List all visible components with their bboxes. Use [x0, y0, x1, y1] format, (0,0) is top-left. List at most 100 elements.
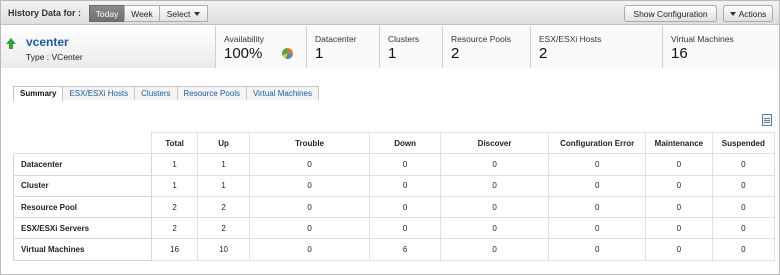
table-cell: 2	[197, 217, 250, 240]
stat-label: Virtual Machines	[671, 34, 734, 44]
table-cell: 0	[645, 238, 713, 261]
stat-clusters[interactable]: Clusters 1	[380, 26, 443, 68]
table-cell: 0	[248, 174, 371, 197]
table-cell: 0	[711, 238, 776, 261]
table-cell: 0	[548, 238, 647, 261]
table-cell: 0	[248, 195, 371, 219]
table-cell: 0	[439, 153, 550, 176]
column-header: Down	[369, 131, 441, 155]
entity-header: vcenter Type : VCenter	[1, 26, 216, 68]
stat-availability: Availability 100%	[216, 26, 307, 68]
table-header-row: Total Up Trouble Down Discover Configura…	[13, 131, 776, 155]
entity-name[interactable]: vcenter	[26, 35, 69, 49]
column-header: Suspended	[711, 131, 776, 155]
table-cell: 2	[197, 195, 250, 219]
summary-strip: vcenter Type : VCenter Availability 100%…	[1, 26, 779, 68]
column-header: Maintenance	[645, 131, 713, 155]
column-header: Up	[197, 131, 250, 155]
table-cell: 0	[548, 195, 647, 219]
actions-label: Actions	[738, 8, 767, 19]
history-data-title: History Data for :	[8, 8, 82, 18]
availability-pie-icon[interactable]	[282, 48, 293, 59]
table-cell: 10	[197, 238, 250, 261]
table-cell: 0	[548, 174, 647, 197]
column-header: Total	[150, 131, 199, 155]
table-cell: 0	[369, 217, 441, 240]
entity-type: Type : VCenter	[26, 52, 83, 62]
week-button[interactable]: Week	[124, 5, 160, 22]
row-label: Resource Pool	[13, 195, 152, 219]
tab-resource-pools[interactable]: Resource Pools	[176, 86, 247, 100]
stat-label: Datacenter	[315, 34, 357, 44]
table-cell: 2	[150, 195, 199, 219]
today-button[interactable]: Today	[89, 5, 125, 22]
row-label: Datacenter	[13, 153, 152, 176]
table-cell: 0	[548, 217, 647, 240]
stat-value: 2	[539, 45, 548, 62]
tab-bar: Summary ESX/ESXi Hosts Clusters Resource…	[13, 86, 319, 101]
stat-virtual-machines[interactable]: Virtual Machines 16	[663, 26, 779, 68]
stat-value: 100%	[224, 45, 263, 62]
table-cell: 1	[197, 153, 250, 176]
stat-label: Availability	[224, 34, 265, 44]
table-cell: 0	[439, 195, 550, 219]
table-row: Resource Pool 2 2 0 0 0 0 0 0	[13, 195, 776, 219]
row-label: Cluster	[13, 174, 152, 197]
history-data-panel: History Data for : Today Week Select Sho…	[0, 0, 780, 275]
table-cell: 0	[369, 195, 441, 219]
column-header: Configuration Error	[548, 131, 647, 155]
summary-table: Total Up Trouble Down Discover Configura…	[13, 131, 776, 261]
table-cell: 6	[369, 238, 441, 261]
table-cell: 0	[548, 153, 647, 176]
stat-label: Clusters	[388, 34, 420, 44]
export-document-icon[interactable]	[762, 114, 772, 126]
row-label: ESX/ESXi Servers	[13, 217, 152, 240]
stat-label: ESX/ESXi Hosts	[539, 34, 602, 44]
row-label: Virtual Machines	[13, 238, 152, 261]
table-cell: 0	[369, 174, 441, 197]
stat-label: Resource Pools	[451, 34, 512, 44]
tab-clusters[interactable]: Clusters	[134, 86, 178, 100]
tab-summary[interactable]: Summary	[13, 86, 64, 101]
table-cell: 1	[150, 174, 199, 197]
table-cell: 0	[711, 153, 776, 176]
table-cell: 0	[248, 153, 371, 176]
stat-resource-pools[interactable]: Resource Pools 2	[443, 26, 531, 68]
stat-datacenter[interactable]: Datacenter 1	[307, 26, 380, 68]
show-configuration-button[interactable]: Show Configuration	[624, 5, 717, 22]
table-corner	[13, 132, 152, 155]
stat-value: 1	[388, 45, 397, 62]
tab-esx-hosts[interactable]: ESX/ESXi Hosts	[62, 86, 136, 100]
table-cell: 0	[645, 153, 713, 176]
table-cell: 0	[369, 153, 441, 176]
table-cell: 0	[439, 217, 550, 240]
toolbar: History Data for : Today Week Select Sho…	[1, 1, 779, 25]
column-header: Discover	[439, 131, 550, 155]
table-cell: 0	[248, 217, 371, 240]
stat-value: 16	[671, 45, 688, 62]
table-row: Cluster 1 1 0 0 0 0 0 0	[13, 174, 776, 197]
select-dropdown[interactable]: Select	[159, 5, 208, 22]
stat-esx-hosts[interactable]: ESX/ESXi Hosts 2	[531, 26, 663, 68]
column-header: Trouble	[248, 131, 371, 155]
tab-virtual-machines[interactable]: Virtual Machines	[245, 86, 319, 100]
table-cell: 0	[645, 217, 713, 240]
table-cell: 16	[150, 238, 199, 261]
table-cell: 0	[645, 174, 713, 197]
table-cell: 0	[711, 174, 776, 197]
table-cell: 0	[711, 217, 776, 240]
chevron-down-icon	[194, 11, 201, 16]
stat-value: 2	[451, 45, 460, 62]
table-row: Datacenter 1 1 0 0 0 0 0 0	[13, 153, 776, 176]
table-cell: 1	[197, 174, 250, 197]
table-cell: 2	[150, 217, 199, 240]
table-cell: 0	[645, 195, 713, 219]
actions-button[interactable]: Actions	[723, 5, 773, 22]
table-row: ESX/ESXi Servers 2 2 0 0 0 0 0 0	[13, 217, 776, 240]
table-row: Virtual Machines 16 10 0 6 0 0 0 0	[13, 238, 776, 261]
table-cell: 0	[439, 174, 550, 197]
select-label: Select	[166, 8, 191, 19]
stat-value: 1	[315, 45, 324, 62]
table-cell: 1	[150, 153, 199, 176]
table-cell: 0	[248, 238, 371, 261]
